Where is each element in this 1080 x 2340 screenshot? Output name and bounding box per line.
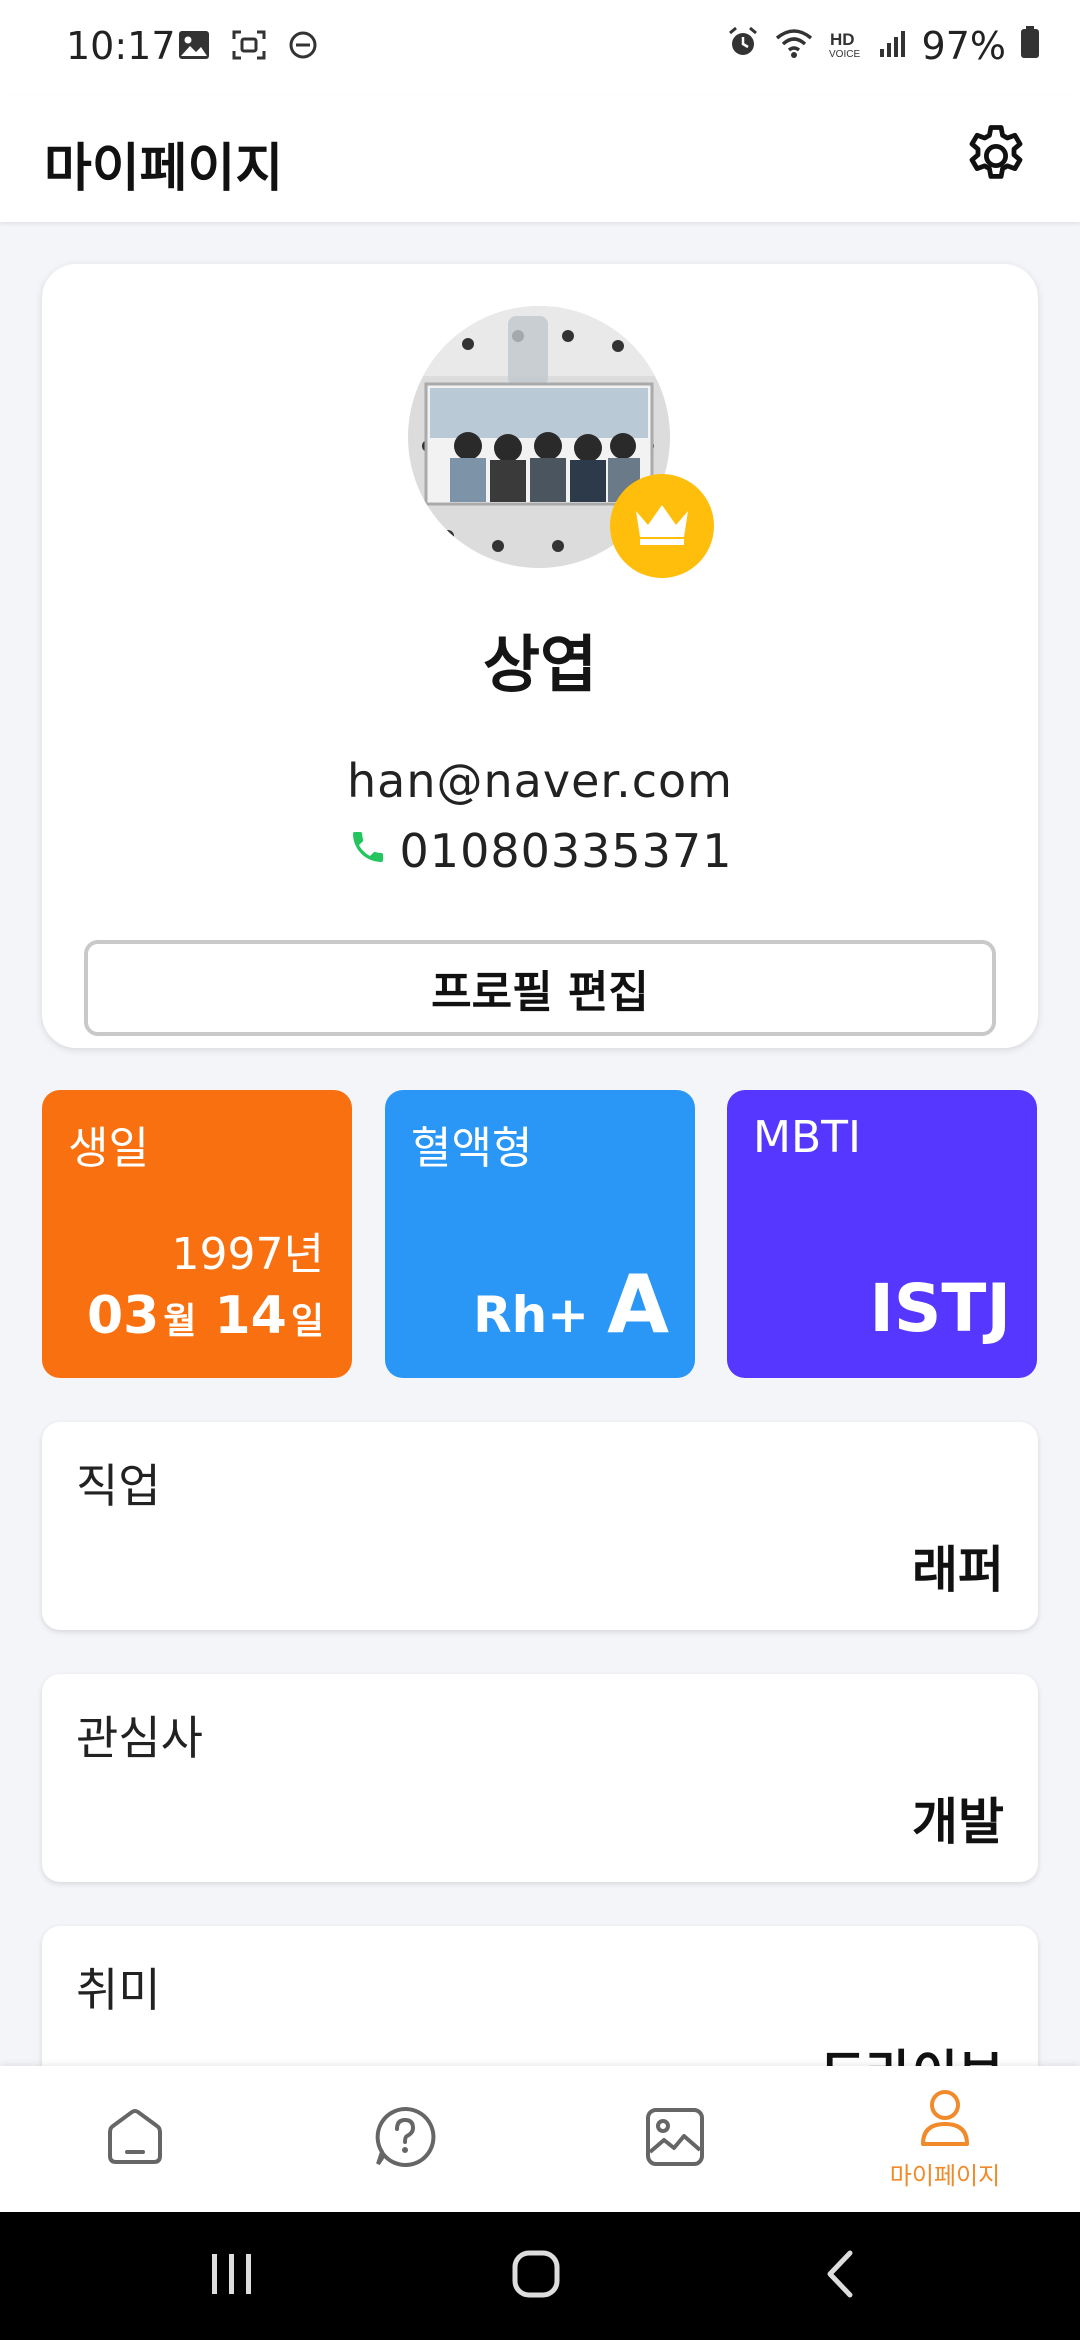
blood-abo: A — [607, 1258, 669, 1351]
wifi-icon — [774, 24, 814, 68]
profile-card: 상엽 han@naver.com 01080335371 프로필 편집 — [42, 264, 1038, 1048]
blood-type-label: 혈액형 — [411, 1123, 533, 1174]
back-button[interactable] — [760, 2212, 920, 2340]
question-icon — [372, 2104, 438, 2174]
hobby-card[interactable]: 취미 드라이브 — [42, 1926, 1038, 2066]
recent-apps-icon — [208, 2252, 256, 2300]
birthday-label: 생일 — [68, 1123, 149, 1174]
svg-text:VOICE: VOICE — [829, 49, 860, 59]
interest-card[interactable]: 관심사 개발 — [42, 1674, 1038, 1882]
blood-rh: Rh+ — [473, 1286, 590, 1344]
blood-type-value: Rh+ A — [473, 1258, 669, 1351]
mbti-tile[interactable]: MBTI ISTJ — [727, 1090, 1037, 1378]
job-label: 직업 — [76, 1459, 161, 1513]
profile-email: han@naver.com — [347, 754, 733, 808]
birthday-month: 03 — [87, 1286, 160, 1346]
gallery-icon — [642, 2104, 708, 2174]
birthday-date: 03 월 14 일 — [87, 1286, 324, 1346]
battery-percent: 97% — [921, 24, 1006, 68]
job-value: 래퍼 — [912, 1541, 1004, 1599]
crown-badge — [610, 474, 714, 578]
crown-icon — [632, 501, 692, 551]
birthday-day-unit: 일 — [290, 1301, 324, 1342]
home-button[interactable] — [456, 2212, 616, 2340]
page-title: 마이페이지 — [44, 139, 284, 199]
settings-button[interactable] — [950, 112, 1042, 204]
birthday-tile[interactable]: 생일 1997년 03 월 14 일 — [42, 1090, 352, 1378]
edit-profile-button[interactable]: 프로필 편집 — [84, 940, 996, 1036]
profile-name: 상엽 — [482, 628, 598, 701]
phone-row: 01080335371 — [42, 824, 1038, 878]
interest-value: 개발 — [912, 1793, 1004, 1851]
home-icon — [102, 2104, 168, 2174]
recent-apps-button[interactable] — [152, 2212, 312, 2340]
nav-home[interactable] — [0, 2066, 270, 2212]
interest-label: 관심사 — [76, 1711, 203, 1765]
home-circle-icon — [511, 2249, 561, 2303]
status-time: 10:17 — [66, 24, 176, 68]
hobby-value: 드라이브 — [820, 2034, 1004, 2066]
battery-icon — [1020, 24, 1040, 68]
signal-icon — [878, 24, 908, 68]
phone-icon — [348, 824, 388, 878]
mbti-label: MBTI — [753, 1112, 862, 1163]
status-bar: 10:17 HD VOICE 97% — [0, 0, 1080, 96]
gear-icon — [960, 120, 1032, 196]
job-card[interactable]: 직업 래퍼 — [42, 1422, 1038, 1630]
hobby-label: 취미 — [76, 1963, 161, 2017]
nav-question[interactable] — [270, 2066, 540, 2212]
bottom-nav: 마이페이지 — [0, 2066, 1080, 2212]
mbti-value: ISTJ — [869, 1270, 1011, 1347]
gallery-icon — [178, 30, 210, 64]
do-not-disturb-icon — [288, 30, 318, 64]
birthday-month-unit: 월 — [163, 1301, 197, 1342]
blood-type-tile[interactable]: 혈액형 Rh+ A — [385, 1090, 695, 1378]
birthday-day: 14 — [214, 1286, 287, 1346]
nav-mypage[interactable]: 마이페이지 — [810, 2066, 1080, 2212]
person-icon — [917, 2088, 973, 2152]
app-bar: 마이페이지 — [0, 96, 1080, 222]
birthday-year: 1997년 — [171, 1229, 324, 1280]
back-icon — [822, 2249, 858, 2303]
screenshot-icon — [232, 30, 266, 64]
nav-gallery[interactable] — [540, 2066, 810, 2212]
system-nav-bar — [0, 2212, 1080, 2340]
hd-voice-icon: HD VOICE — [828, 24, 864, 68]
content-area[interactable]: 상엽 han@naver.com 01080335371 프로필 편집 생일 1… — [0, 222, 1080, 2066]
profile-phone: 01080335371 — [399, 824, 733, 878]
alarm-icon — [726, 24, 760, 68]
svg-text:HD: HD — [830, 30, 855, 49]
nav-mypage-label: 마이페이지 — [889, 2161, 1001, 2190]
